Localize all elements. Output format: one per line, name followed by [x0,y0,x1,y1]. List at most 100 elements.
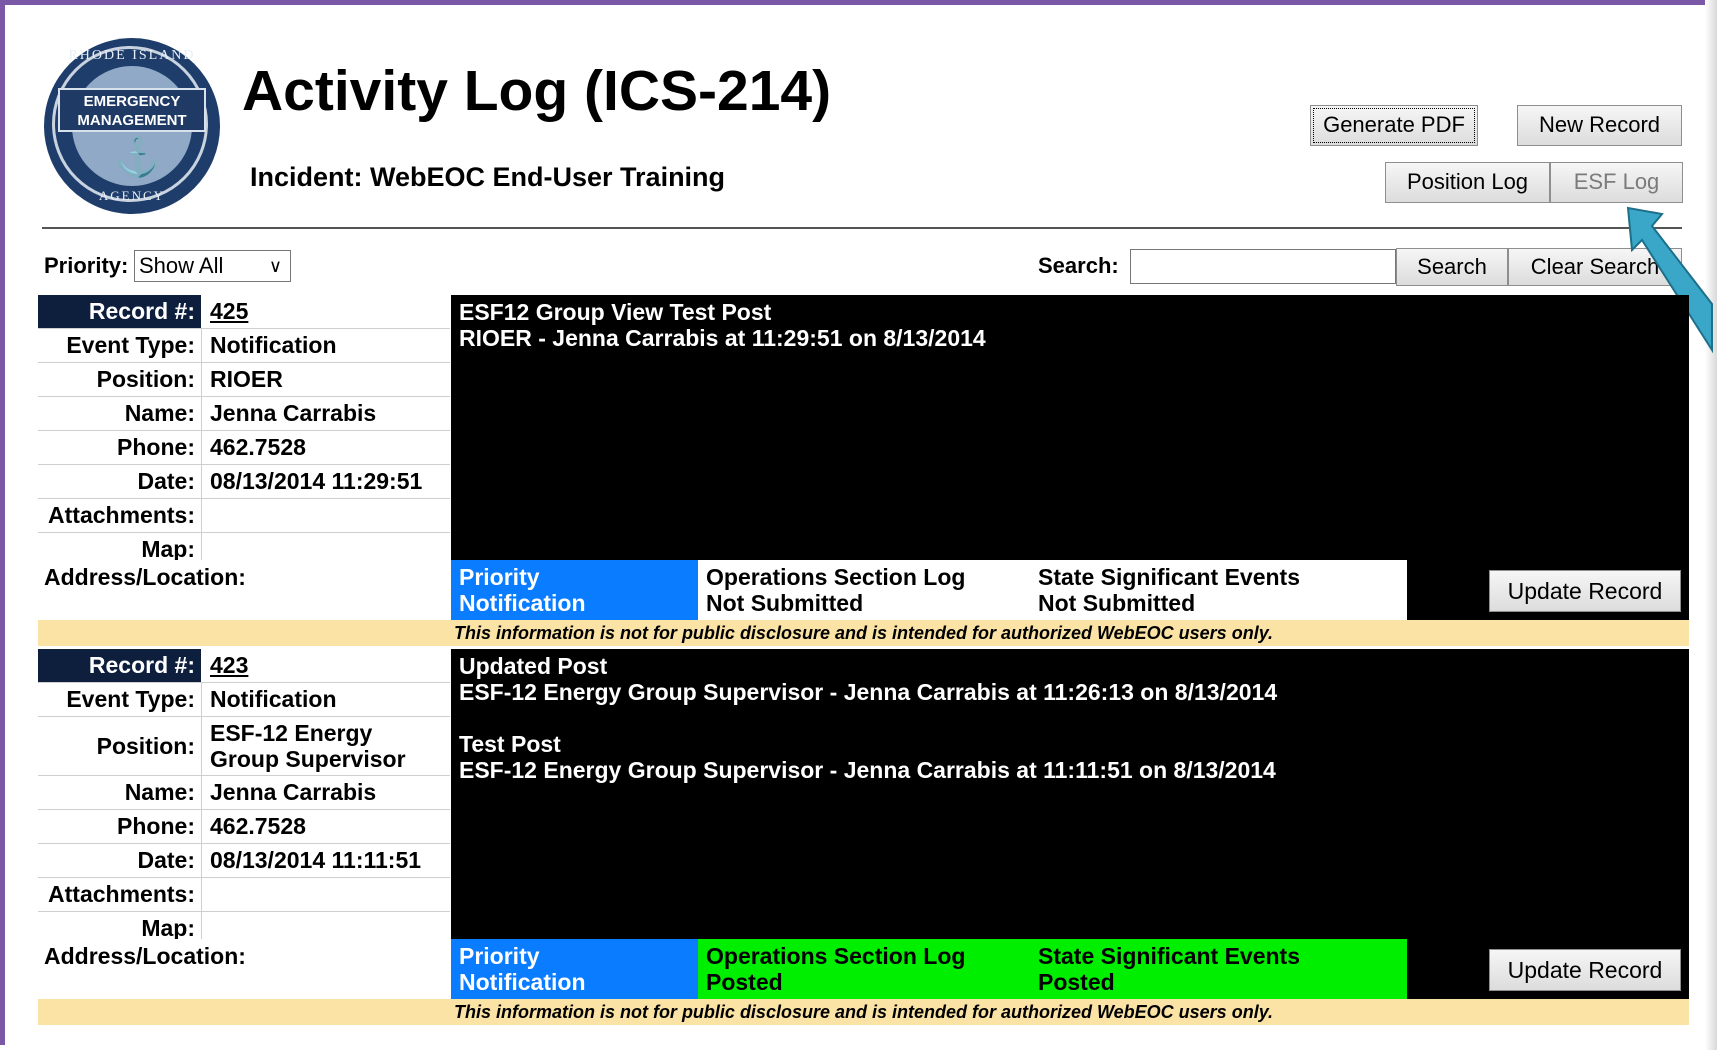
priority-status: Priority Notification [451,560,698,620]
priority-label: Priority: [44,253,129,278]
event-type-value: Notification [210,686,337,712]
date-label: Date: [38,465,202,498]
disclosure-notice: This information is not for public discl… [38,999,1689,1025]
position-row: Position: ESF-12 Energy Group Supervisor [38,717,450,776]
record-number-row: Record #: 423 [38,649,450,683]
logo-top-text: RHODE ISLAND [68,48,196,63]
record-card: Record #: 425 Event Type: Notification P… [38,295,1689,648]
name-label: Name: [38,397,202,430]
name-row: Name: Jenna Carrabis [38,776,450,810]
record-entries: Updated Post ESF-12 Energy Group Supervi… [451,649,1689,939]
name-value: Jenna Carrabis [210,400,377,426]
esf-log-button[interactable]: ESF Log [1550,162,1683,203]
update-record-button[interactable]: Update Record [1489,570,1681,612]
sse-title: State Significant Events [1038,943,1301,969]
ops-log-title: Operations Section Log [706,943,966,969]
update-record-button[interactable]: Update Record [1489,949,1681,991]
date-row: Date: 08/13/2014 11:11:51 [38,844,450,878]
update-cell: Update Record [1407,939,1689,999]
date-value: 08/13/2014 11:11:51 [210,847,422,873]
header-divider [42,227,1682,229]
record-number-label: Record #: [38,295,202,328]
address-label: Address/Location: [38,560,451,620]
attachments-label: Attachments: [38,499,202,532]
position-value: RIOER [210,366,283,392]
position-label: Position: [38,717,202,775]
agency-logo: RHODE ISLAND EMERGENCY MANAGEMENT ⚓ AGEN… [44,38,220,214]
sse-status: State Significant Events Not Submitted [1030,560,1407,620]
update-cell: Update Record [1407,560,1689,620]
attachments-value [202,878,450,911]
new-record-button[interactable]: New Record [1517,105,1682,146]
phone-row: Phone: 462.7528 [38,431,450,465]
attachments-row: Attachments: [38,878,450,912]
name-value: Jenna Carrabis [210,779,377,805]
attachments-label: Attachments: [38,878,202,911]
record-number-row: Record #: 425 [38,295,450,329]
attachments-value [202,499,450,532]
search-label: Search: [1038,253,1119,278]
event-type-row: Event Type: Notification [38,683,450,717]
date-label: Date: [38,844,202,877]
name-label: Name: [38,776,202,809]
search-input[interactable] [1130,249,1396,284]
entry-spacer [459,705,1681,731]
priority-status: Priority Notification [451,939,698,999]
entry-title: Updated Post [459,653,608,679]
search-button[interactable]: Search [1396,248,1508,286]
phone-label: Phone: [38,431,202,464]
record-status-bar: Address/Location: Priority Notification … [38,560,1689,620]
window-shadow [1705,0,1717,1050]
ops-log-status: Operations Section Log Not Submitted [698,560,1030,620]
name-row: Name: Jenna Carrabis [38,397,450,431]
record-entries: ESF12 Group View Test Post RIOER - Jenna… [451,295,1689,560]
position-row: Position: RIOER [38,363,450,397]
position-value-line2: Group Supervisor [210,746,406,772]
event-type-label: Event Type: [38,329,202,362]
priority-status-title: Priority [459,564,540,590]
entry-byline: ESF-12 Energy Group Supervisor - Jenna C… [459,757,1276,783]
logo-line2: MANAGEMENT [77,112,187,129]
sse-value: Not Submitted [1038,590,1196,616]
incident-name: Incident: WebEOC End-User Training [250,162,726,192]
record-number-link[interactable]: 425 [210,298,248,324]
sse-title: State Significant Events [1038,564,1301,590]
priority-select-value: Show All [139,253,224,278]
entry-byline: ESF-12 Energy Group Supervisor - Jenna C… [459,679,1278,705]
entry-title: ESF12 Group View Test Post [459,299,772,325]
phone-row: Phone: 462.7528 [38,810,450,844]
phone-value: 462.7528 [210,434,306,460]
generate-pdf-button[interactable]: Generate PDF [1310,105,1478,146]
ops-log-title: Operations Section Log [706,564,966,590]
record-status-bar: Address/Location: Priority Notification … [38,939,1689,999]
record-number-link[interactable]: 423 [210,652,248,678]
page-title: Activity Log (ICS-214) [242,59,832,123]
record-meta: Record #: 425 Event Type: Notification P… [38,295,450,567]
anchor-icon: ⚓ [114,137,162,179]
record-number-label: Record #: [38,649,202,682]
ops-log-value: Posted [706,969,783,995]
disclosure-notice: This information is not for public discl… [38,620,1689,646]
date-value: 08/13/2014 11:29:51 [210,468,423,494]
sse-status: State Significant Events Posted [1030,939,1407,999]
position-value: ESF-12 Energy Group Supervisor [202,717,450,775]
phone-label: Phone: [38,810,202,843]
position-value-line1: ESF-12 Energy [210,720,373,746]
sse-value: Posted [1038,969,1115,995]
event-type-value: Notification [210,332,337,358]
event-type-row: Event Type: Notification [38,329,450,363]
ops-log-value: Not Submitted [706,590,864,616]
record-meta: Record #: 423 Event Type: Notification P… [38,649,450,946]
date-row: Date: 08/13/2014 11:29:51 [38,465,450,499]
priority-status-title: Priority [459,943,540,969]
logo-band: EMERGENCY MANAGEMENT [58,88,206,132]
attachments-row: Attachments: [38,499,450,533]
ops-log-status: Operations Section Log Posted [698,939,1030,999]
entry-title: Test Post [459,731,561,757]
priority-select[interactable]: Show All ∨ [134,250,291,282]
position-log-button[interactable]: Position Log [1385,162,1550,203]
logo-line1: EMERGENCY [83,93,181,110]
position-label: Position: [38,363,202,396]
address-label: Address/Location: [38,939,451,999]
phone-value: 462.7528 [210,813,306,839]
